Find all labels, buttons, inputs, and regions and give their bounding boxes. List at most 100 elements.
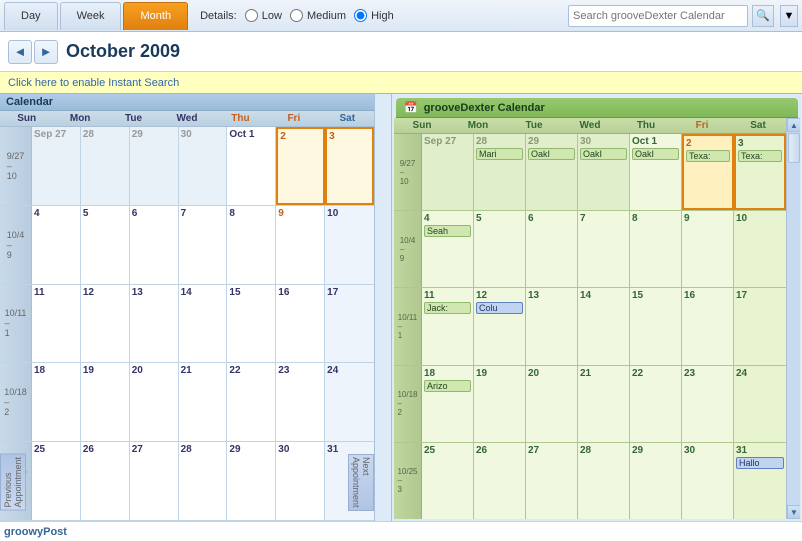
day-oct4[interactable]: 4 [32,206,81,284]
day-oct2[interactable]: 2 [276,127,325,205]
day-oct18[interactable]: 18 [32,363,81,441]
day-oct14[interactable]: 14 [179,285,228,363]
gd-day-oct19[interactable]: 19 [474,366,526,442]
event-oakl-30[interactable]: OakI [580,148,627,160]
event-jack[interactable]: Jack: [424,302,471,314]
gd-day-oct31[interactable]: 31Hallo [734,443,786,519]
day-oct27[interactable]: 27 [130,442,179,520]
day-oct5[interactable]: 5 [81,206,130,284]
gd-day-oct29[interactable]: 29 [630,443,682,519]
gd-day-oct30[interactable]: 30 [682,443,734,519]
event-seah[interactable]: Seah [424,225,471,237]
day-oct8[interactable]: 8 [227,206,276,284]
day-sep30[interactable]: 30 [179,127,228,205]
day-oct16[interactable]: 16 [276,285,325,363]
day-oct17[interactable]: 17 [325,285,374,363]
gd-day-sep29[interactable]: 29OakI [526,134,578,210]
gd-day-oct26[interactable]: 26 [474,443,526,519]
gd-day-oct17[interactable]: 17 [734,288,786,364]
next-appointment-button[interactable]: Next Appointment [348,454,374,511]
day-oct24[interactable]: 24 [325,363,374,441]
gd-day-oct27[interactable]: 27 [526,443,578,519]
gd-day-oct6[interactable]: 6 [526,211,578,287]
day-oct10[interactable]: 10 [325,206,374,284]
gd-day-oct28[interactable]: 28 [578,443,630,519]
gd-day-oct7[interactable]: 7 [578,211,630,287]
day-oct12[interactable]: 12 [81,285,130,363]
tab-month[interactable]: Month [123,2,188,30]
detail-low[interactable]: Low [245,9,282,22]
prev-appointment-button[interactable]: Previous Appointment [0,454,26,511]
event-oakl-29[interactable]: OakI [528,148,575,160]
tab-day[interactable]: Day [4,2,58,30]
gd-day-oct23[interactable]: 23 [682,366,734,442]
instant-search-bar[interactable]: Click here to enable Instant Search [0,72,802,94]
gd-day-sep30[interactable]: 30OakI [578,134,630,210]
next-month-button[interactable]: ► [34,40,58,64]
day-oct13[interactable]: 13 [130,285,179,363]
gd-day-oct11[interactable]: 11Jack: [422,288,474,364]
day-oct25[interactable]: 25 [32,442,81,520]
day-oct19[interactable]: 19 [81,363,130,441]
day-oct6[interactable]: 6 [130,206,179,284]
gd-day-oct12[interactable]: 12Colu [474,288,526,364]
day-oct30[interactable]: 30 [276,442,325,520]
event-colu[interactable]: Colu [476,302,523,314]
gd-day-oct22[interactable]: 22 [630,366,682,442]
tab-week[interactable]: Week [60,2,122,30]
gd-day-oct1[interactable]: Oct 1OakI [630,134,682,210]
gd-day-oct5[interactable]: 5 [474,211,526,287]
gd-day-oct24[interactable]: 24 [734,366,786,442]
event-hallo[interactable]: Hallo [736,457,784,469]
gd-day-oct3[interactable]: 3Texa: [734,134,786,210]
gd-day-oct18[interactable]: 18Arizo [422,366,474,442]
left-scroll-arrow[interactable] [375,94,391,521]
day-oct7[interactable]: 7 [179,206,228,284]
event-texa-3[interactable]: Texa: [738,150,782,162]
gd-day-oct10[interactable]: 10 [734,211,786,287]
gd-day-oct9[interactable]: 9 [682,211,734,287]
detail-medium[interactable]: Medium [290,9,346,22]
gd-day-sep27[interactable]: Sep 27 [422,134,474,210]
search-button[interactable]: 🔍 [752,5,774,27]
gd-day-oct8[interactable]: 8 [630,211,682,287]
day-oct21[interactable]: 21 [179,363,228,441]
gd-day-oct13[interactable]: 13 [526,288,578,364]
detail-high[interactable]: High [354,9,394,22]
gd-day-oct21[interactable]: 21 [578,366,630,442]
gd-day-oct4[interactable]: 4Seah [422,211,474,287]
day-sep27[interactable]: Sep 27 [32,127,81,205]
day-oct1[interactable]: Oct 1 [227,127,276,205]
gd-day-oct20[interactable]: 20 [526,366,578,442]
scroll-thumb[interactable] [788,133,800,163]
event-oakl-oct1[interactable]: OakI [632,148,679,160]
event-texa-2[interactable]: Texa: [686,150,730,162]
gd-day-oct2[interactable]: 2Texa: [682,134,734,210]
day-oct22[interactable]: 22 [227,363,276,441]
day-sep29[interactable]: 29 [130,127,179,205]
search-input[interactable] [568,5,748,27]
expand-search-button[interactable]: ▼ [780,5,798,27]
scroll-up-arrow[interactable]: ▲ [787,118,800,132]
gd-day-sep28[interactable]: 28Mari [474,134,526,210]
day-oct29[interactable]: 29 [227,442,276,520]
gd-day-oct16[interactable]: 16 [682,288,734,364]
day-oct26[interactable]: 26 [81,442,130,520]
scroll-down-arrow[interactable]: ▼ [787,505,800,519]
day-sep28[interactable]: 28 [81,127,130,205]
event-mari[interactable]: Mari [476,148,523,160]
gd-day-oct25[interactable]: 25 [422,443,474,519]
day-oct28[interactable]: 28 [179,442,228,520]
toolbar: Day Week Month Details: Low Medium High … [0,0,802,32]
day-oct23[interactable]: 23 [276,363,325,441]
day-oct11[interactable]: 11 [32,285,81,363]
day-oct3[interactable]: 3 [325,127,374,205]
event-arizo[interactable]: Arizo [424,380,471,392]
day-oct20[interactable]: 20 [130,363,179,441]
prev-month-button[interactable]: ◄ [8,40,32,64]
day-oct15[interactable]: 15 [227,285,276,363]
gd-day-oct14[interactable]: 14 [578,288,630,364]
scroll-track[interactable] [787,132,800,505]
day-oct9[interactable]: 9 [276,206,325,284]
gd-day-oct15[interactable]: 15 [630,288,682,364]
